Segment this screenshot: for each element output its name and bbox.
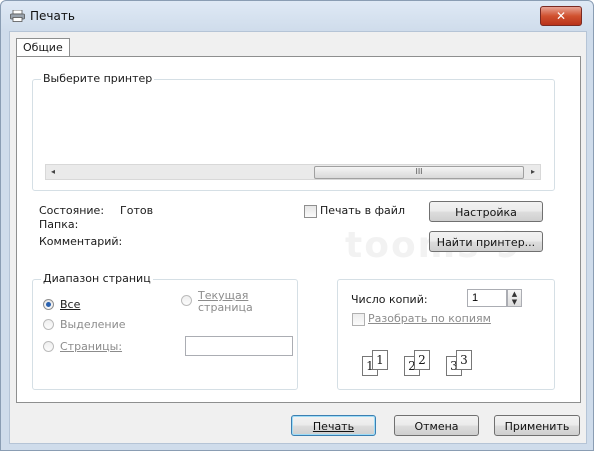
comment-label: Комментарий: [39,235,123,248]
apply-button[interactable]: Применить [494,415,580,436]
range-all-radio[interactable] [43,299,54,310]
dialog-body: Общие tooms 9 Выберите принтер ◂ III ▸ С… [9,31,587,444]
collate-label: Разобрать по копиям [368,312,491,325]
collate-page: 3 [456,350,472,370]
copies-spinner[interactable]: ▲ ▼ [507,289,522,307]
printer-group: Выберите принтер ◂ III ▸ [32,72,555,191]
find-printer-button[interactable]: Найти принтер... [429,231,543,252]
settings-button[interactable]: Настройка [429,201,543,222]
pages-input[interactable] [185,336,293,356]
range-pages-label: Страницы: [60,340,123,353]
printer-list-hscrollbar[interactable]: ◂ III ▸ [45,164,541,180]
scroll-thumb[interactable]: III [314,166,524,179]
tab-general[interactable]: Общие [16,38,70,57]
print-to-file-checkbox[interactable] [304,205,317,218]
range-current-page-label-2: страница [198,301,253,314]
status-label: Состояние: [39,204,105,217]
scroll-left-arrow-icon[interactable]: ◂ [46,165,60,179]
range-selection-radio[interactable] [43,319,54,330]
close-button[interactable]: ✕ [540,6,582,26]
page-range-legend: Диапазон страниц [41,272,153,285]
print-dialog: Печать ✕ Общие tooms 9 Выберите принтер … [0,0,594,451]
copies-input[interactable] [467,289,507,307]
window-title: Печать [30,9,75,23]
printer-group-legend: Выберите принтер [41,72,155,85]
print-to-file-label: Печать в файл [320,204,405,217]
copies-label: Число копий: [351,293,428,306]
cancel-button[interactable]: Отмена [394,415,479,436]
status-value: Готов [120,204,154,217]
folder-label: Папка: [39,218,79,231]
print-button[interactable]: Печать [291,415,376,436]
printer-icon [10,10,25,22]
title-bar: Печать ✕ [1,1,593,31]
collate-checkbox[interactable] [352,313,365,326]
range-all-label: Все [60,298,81,311]
range-selection-label: Выделение [60,318,126,331]
collate-page: 2 [414,350,430,370]
collate-page: 1 [372,350,388,370]
range-current-page-radio[interactable] [181,295,192,306]
print-button-label: Печать [312,420,355,433]
tab-panel-general: tooms 9 Выберите принтер ◂ III ▸ Состоян… [16,56,581,403]
range-pages-radio[interactable] [43,341,54,352]
scroll-right-arrow-icon[interactable]: ▸ [526,165,540,179]
page-range-group: Диапазон страниц [32,272,298,390]
